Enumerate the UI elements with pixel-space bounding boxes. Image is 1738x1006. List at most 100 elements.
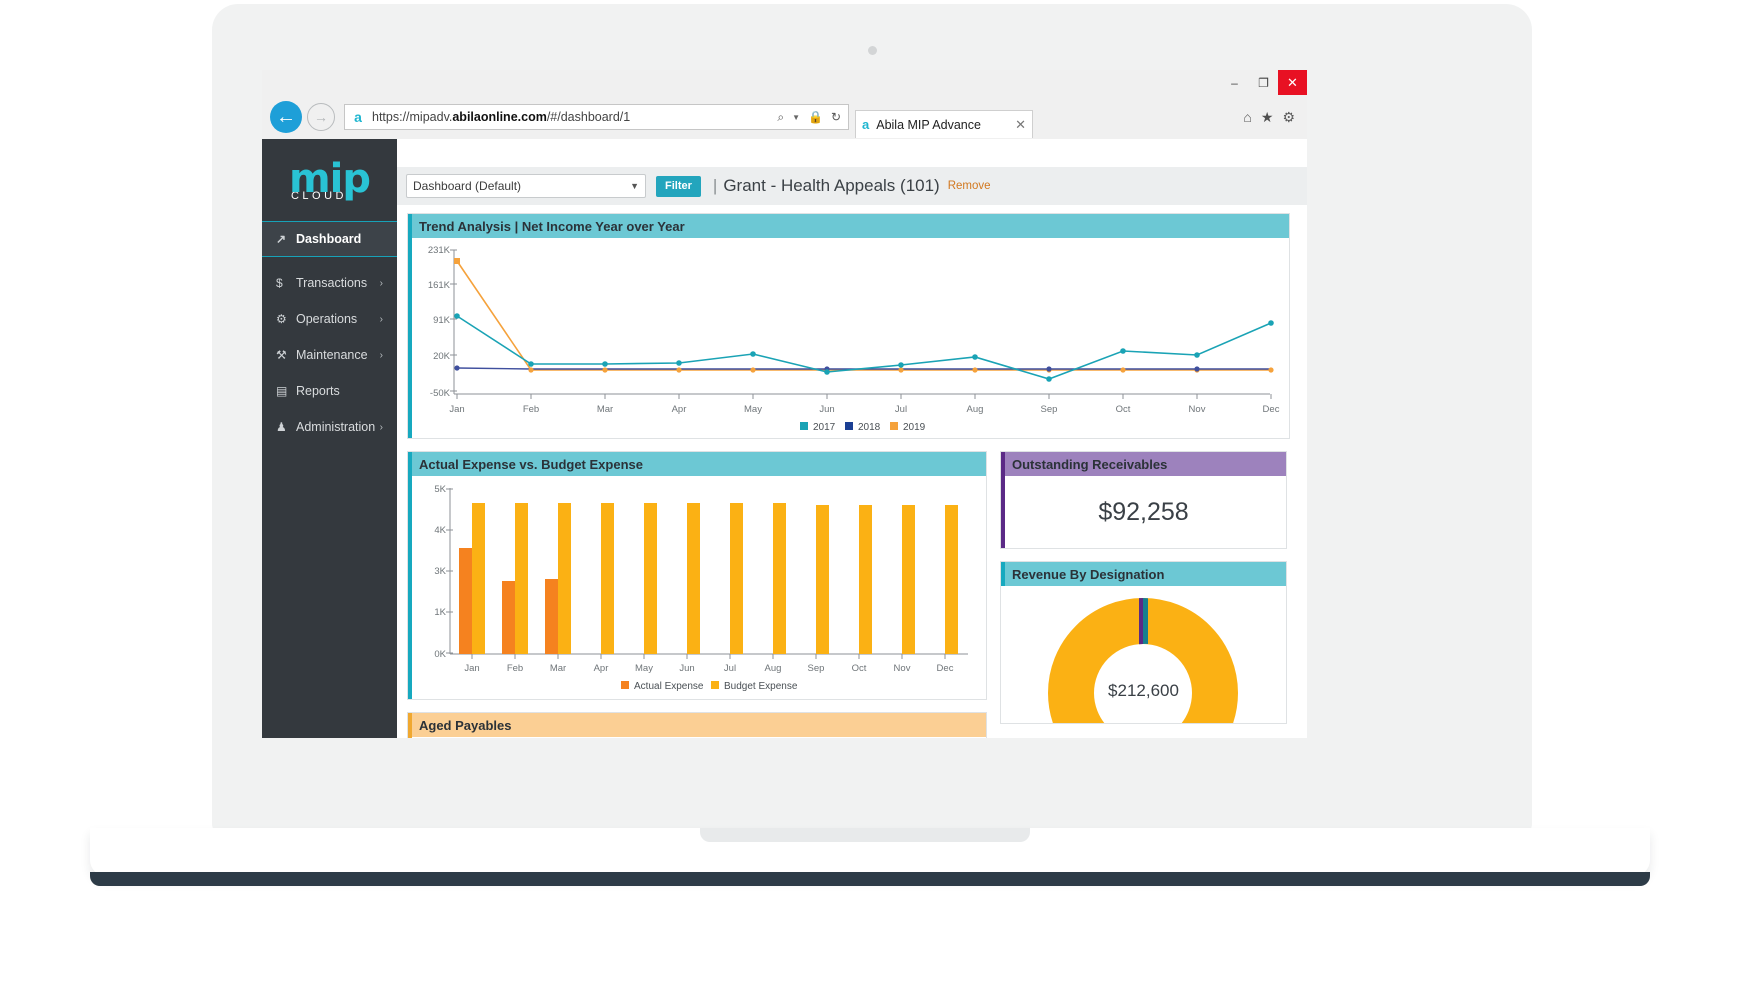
- document-icon: ▤: [276, 384, 288, 398]
- sidebar-item-label: Administration: [296, 420, 376, 434]
- wrench-icon: ⚒: [276, 348, 287, 362]
- application-area: mip CLOUD ↗ Dashboard $ Transactions › ⚙…: [262, 139, 1307, 738]
- sidebar-item-label: Dashboard: [296, 232, 362, 246]
- minimize-button[interactable]: –: [1220, 70, 1249, 95]
- screenshot-root: – ❐ ✕ ← → a https://mipadv.abilaonline.c…: [0, 0, 1738, 1006]
- legend-label-actual-expense: Actual Expense: [634, 681, 704, 692]
- expense-chart-card: Actual Expense vs. Budget Expense 5K 4K: [407, 451, 987, 700]
- sidebar-item-administration[interactable]: ♟ Administration ›: [262, 409, 397, 445]
- favorites-icon[interactable]: ★: [1261, 109, 1274, 126]
- x-tick-label: Jul: [724, 663, 736, 674]
- x-tick-label: Nov: [894, 663, 911, 674]
- x-tick-label: Jul: [895, 404, 907, 415]
- series-markers-2019: [454, 258, 1274, 373]
- x-tick-label: Sep: [808, 663, 825, 674]
- legend-label-2018: 2018: [858, 422, 881, 433]
- sidebar-item-transactions[interactable]: $ Transactions ›: [262, 265, 397, 301]
- laptop-base-lip: [700, 828, 1030, 842]
- maximize-button[interactable]: ❐: [1249, 70, 1278, 95]
- browser-toolbar-icons: ⌂ ★ ⚙: [1243, 109, 1297, 126]
- laptop-foot: [90, 872, 1650, 886]
- browser-tab[interactable]: a Abila MIP Advance ✕: [855, 110, 1033, 138]
- chevron-right-icon: ›: [379, 277, 383, 289]
- url-domain: abilaonline.com: [452, 110, 547, 124]
- x-tick-label: Mar: [597, 404, 613, 415]
- filter-button[interactable]: Filter: [656, 175, 701, 197]
- gears-icon: ⚙: [276, 312, 287, 326]
- x-tick-label: Apr: [594, 663, 609, 674]
- dashboard-toolbar: Dashboard (Default) ▼ Filter | Grant - H…: [397, 167, 1307, 205]
- lock-icon: 🔒: [807, 110, 823, 124]
- chevron-down-icon[interactable]: ▼: [792, 113, 800, 122]
- sidebar-item-operations[interactable]: ⚙ Operations ›: [262, 301, 397, 337]
- expense-chart-body: 5K 4K 3K 1K 0K Jan Feb Mar Apr May Jun J…: [408, 476, 986, 699]
- sidebar-item-reports[interactable]: ▤ Reports: [262, 373, 397, 409]
- sidebar-item-dashboard[interactable]: ↗ Dashboard: [262, 221, 397, 257]
- trend-analysis-chart: 231K 161K 91K 20K -50K Jan Feb Mar Apr M…: [428, 245, 1280, 433]
- address-bar[interactable]: a https://mipadv.abilaonline.com/#/dashb…: [344, 104, 849, 130]
- dashboard-select-value: Dashboard (Default): [413, 179, 522, 193]
- left-column: Actual Expense vs. Budget Expense 5K 4K: [407, 451, 987, 738]
- y-tick-label: 0K: [434, 649, 446, 660]
- tab-close-icon[interactable]: ✕: [1015, 117, 1026, 133]
- dollar-icon: $: [276, 276, 283, 290]
- browser-titlebar: – ❐ ✕: [262, 70, 1307, 95]
- revenue-donut-center-value: $212,600: [1108, 681, 1179, 700]
- legend-swatch-actual-expense: [621, 681, 629, 689]
- x-tick-label: Jun: [819, 404, 834, 415]
- y-tick-label: 231K: [428, 245, 451, 256]
- revenue-by-designation-title: Revenue By Designation: [1001, 562, 1286, 586]
- legend-swatch-budget-expense: [711, 681, 719, 689]
- close-button[interactable]: ✕: [1278, 70, 1307, 95]
- aged-payables-body: 15K: [408, 737, 986, 738]
- url-prefix: https://mipadv.: [372, 110, 453, 124]
- expense-chart-title: Actual Expense vs. Budget Expense: [408, 452, 986, 476]
- x-tick-label: Aug: [967, 404, 984, 415]
- outstanding-receivables-value: $92,258: [1098, 497, 1189, 526]
- chevron-right-icon: ›: [379, 349, 383, 361]
- series-markers-2017: [454, 313, 1274, 382]
- content-top-strip: [397, 139, 1307, 167]
- url-path: /#/dashboard/1: [546, 110, 631, 124]
- outstanding-receivables-body: $92,258: [1001, 476, 1286, 548]
- toolbar-separator: |: [712, 176, 718, 195]
- legend-swatch-2017: [800, 422, 808, 430]
- x-tick-label: Jan: [464, 663, 479, 674]
- trend-chart-legend: 2017 2018 2019: [800, 422, 926, 433]
- legend-swatch-2018: [845, 422, 853, 430]
- legend-label-2017: 2017: [813, 422, 836, 433]
- site-favicon-icon: a: [349, 108, 367, 126]
- window-controls: – ❐ ✕: [1220, 70, 1307, 95]
- home-icon[interactable]: ⌂: [1243, 109, 1251, 125]
- y-tick-label: 91K: [433, 315, 451, 326]
- forward-icon[interactable]: →: [307, 103, 335, 131]
- trend-analysis-body: 231K 161K 91K 20K -50K Jan Feb Mar Apr M…: [408, 238, 1289, 438]
- sidebar-item-label: Reports: [296, 384, 340, 398]
- tab-title: Abila MIP Advance: [876, 117, 981, 132]
- x-tick-label: Dec: [937, 663, 954, 674]
- legend-swatch-2019: [890, 422, 898, 430]
- y-tick-label: 3K: [434, 566, 446, 577]
- sidebar-item-label: Transactions: [296, 276, 368, 290]
- sidebar-item-maintenance[interactable]: ⚒ Maintenance ›: [262, 337, 397, 373]
- back-icon[interactable]: ←: [270, 101, 302, 133]
- settings-gear-icon[interactable]: ⚙: [1282, 109, 1295, 126]
- chevron-down-icon: ▼: [630, 181, 639, 191]
- browser-navbar: ← → a https://mipadv.abilaonline.com/#/d…: [262, 95, 1307, 139]
- trend-analysis-card: Trend Analysis | Net Income Year over Ye…: [407, 213, 1290, 439]
- refresh-icon[interactable]: ↻: [831, 110, 841, 124]
- series-line-2019: [456, 260, 1271, 371]
- remove-filter-link[interactable]: Remove: [948, 180, 991, 192]
- logo-mip-text: mip: [288, 156, 371, 202]
- outstanding-receivables-card: Outstanding Receivables $92,258: [1000, 451, 1287, 549]
- panels-container: Trend Analysis | Net Income Year over Ye…: [397, 205, 1307, 738]
- x-tick-label: Oct: [1116, 404, 1131, 415]
- search-icon[interactable]: ⌕: [777, 110, 784, 125]
- chevron-right-icon: ›: [379, 421, 383, 433]
- y-tick-label: 5K: [434, 484, 446, 495]
- x-tick-label: Sep: [1041, 404, 1058, 415]
- x-tick-label: Jun: [679, 663, 694, 674]
- expense-chart-legend: Actual Expense Budget Expense: [621, 681, 798, 692]
- dashboard-select[interactable]: Dashboard (Default) ▼: [406, 174, 646, 198]
- y-tick-label: -50K: [430, 388, 451, 399]
